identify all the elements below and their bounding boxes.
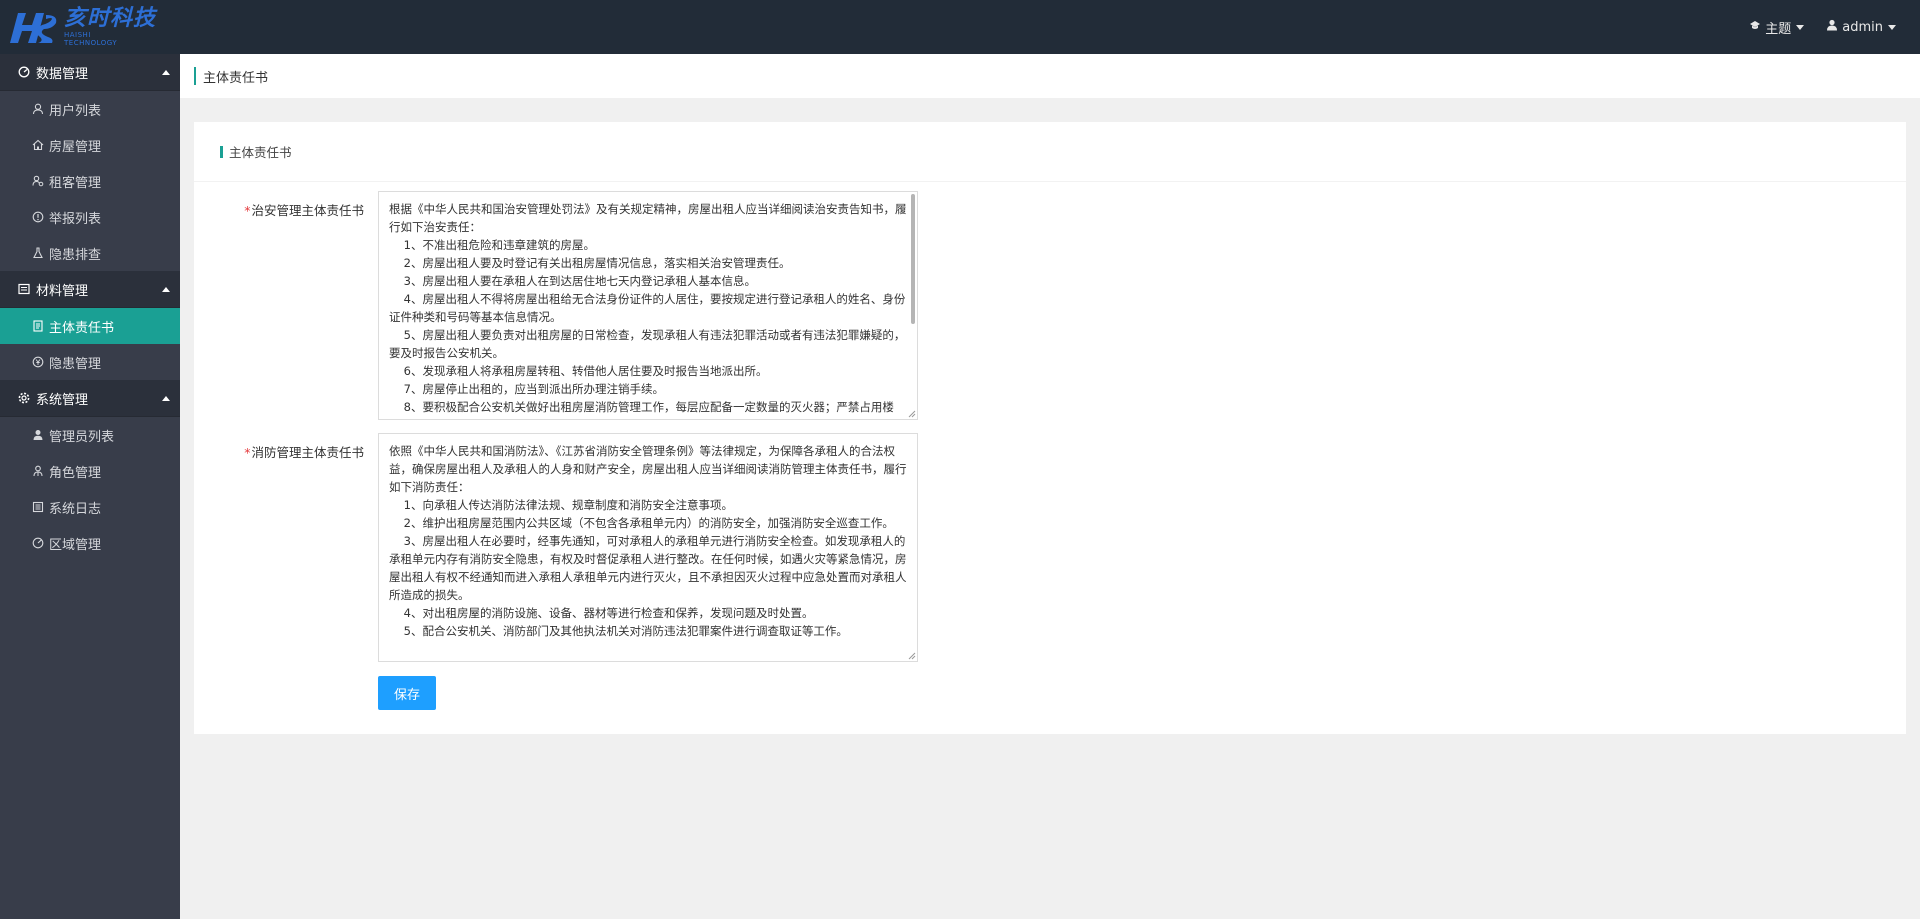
sidebar-group-label: 系统管理 [36,392,89,408]
resize-handle-icon[interactable] [908,652,916,660]
user-icon [1826,19,1842,35]
security-letter-textarea[interactable]: 根据《中华人民共和国治安管理处罚法》及有关规定精神，房屋出租人应当详细阅读治安责… [378,191,918,420]
resize-handle-icon[interactable] [908,410,916,418]
logo[interactable]: 亥时科技 HAISHI TECHNOLOGY [8,6,156,48]
sidebar-item-hazard-inspection[interactable]: 隐患排查 [0,235,180,271]
sidebar-group-material-management[interactable]: 材料管理 [0,271,180,308]
sidebar-item-label: 系统日志 [49,501,102,517]
save-button[interactable]: 保存 [378,676,436,710]
security-letter-label: *治安管理主体责任书 [194,200,364,219]
sidebar-item-label: 隐患排查 [49,247,102,263]
field-label-text: 消防管理主体责任书 [251,445,364,460]
sidebar-item-label: 管理员列表 [49,429,115,445]
region-icon [32,537,44,549]
field-label-text: 治安管理主体责任书 [251,203,364,218]
sidebar-item-label: 举报列表 [49,211,102,227]
user-icon [32,103,44,115]
theme-label: 主题 [1765,21,1792,37]
chevron-down-icon [1796,24,1805,30]
username-label: admin [1842,19,1883,35]
fire-letter-label: *消防管理主体责任书 [194,442,364,461]
logo-text: 亥时科技 HAISHI TECHNOLOGY [64,6,157,48]
sidebar-group-system-management[interactable]: 系统管理 [0,380,180,417]
dashboard-icon [18,66,30,78]
sidebar-item-house-management[interactable]: 房屋管理 [0,127,180,163]
form-panel: 主体责任书 *治安管理主体责任书 根据《中华人民共和国治安管理处罚法》及有关规定… [194,122,1906,734]
home-icon [32,139,44,151]
panel-title: 主体责任书 [229,145,292,160]
chevron-up-icon [162,70,170,75]
user-menu[interactable]: admin [1826,19,1896,35]
log-icon [32,501,44,513]
sidebar-item-report-list[interactable]: 举报列表 [0,199,180,235]
sidebar-group-label: 数据管理 [36,66,89,82]
sidebar-item-region-management[interactable]: 区域管理 [0,525,180,561]
sidebar-item-label: 角色管理 [49,465,102,481]
logo-en-line2: TECHNOLOGY [64,39,118,47]
sidebar-item-user-list[interactable]: 用户列表 [0,91,180,127]
breadcrumb: 主体责任书 [180,54,1920,98]
fire-letter-textarea[interactable]: 依照《中华人民共和国消防法》、《江苏省消防安全管理条例》等法律规定，为保障各承租… [378,433,918,662]
breadcrumb-marker [194,67,196,85]
sidebar-item-system-log[interactable]: 系统日志 [0,489,180,525]
security-letter-text: 根据《中华人民共和国治安管理处罚法》及有关规定精神，房屋出租人应当详细阅读治安责… [389,202,907,419]
panel-header: 主体责任书 [194,122,1906,182]
sidebar-item-role-management[interactable]: 角色管理 [0,453,180,489]
admin-user-icon [32,429,44,441]
top-bar: 亥时科技 HAISHI TECHNOLOGY 主题 admin [0,0,1920,54]
theme-icon [1749,19,1765,35]
sidebar-item-label: 房屋管理 [49,139,102,155]
breadcrumb-current: 主体责任书 [203,70,269,86]
required-mark: * [244,445,251,460]
sidebar-item-label: 区域管理 [49,537,102,553]
textarea-scrollbar[interactable] [911,194,915,324]
required-mark: * [244,203,251,218]
chevron-up-icon [162,287,170,292]
sidebar-item-label: 隐患管理 [49,356,102,372]
chevron-up-icon [162,396,170,401]
panel-title-marker [220,145,223,158]
sidebar-group-label: 材料管理 [36,283,89,299]
sidebar-item-admin-list[interactable]: 管理员列表 [0,417,180,453]
sidebar-item-label: 租客管理 [49,175,102,191]
flask-icon [32,247,44,259]
theme-menu[interactable]: 主题 [1749,18,1805,37]
sidebar-group-data-management[interactable]: 数据管理 [0,54,180,91]
coin-icon [32,356,44,368]
role-icon [32,465,44,477]
sidebar-item-hazard-management[interactable]: 隐患管理 [0,344,180,380]
list-icon [18,283,30,295]
info-circle-icon [32,211,44,223]
logo-cn: 亥时科技 [64,6,157,31]
logo-mark-icon [8,7,60,47]
document-icon [32,320,44,332]
sidebar-item-tenant-management[interactable]: 租客管理 [0,163,180,199]
logo-en-line1: HAISHI [64,31,91,39]
sidebar-item-label: 主体责任书 [49,320,115,336]
tenant-icon [32,175,44,187]
gear-icon [18,392,30,404]
sidebar: 数据管理 用户列表 房屋管理 租客管理 举报列表 隐患排查 材料管理 主体责任书… [0,54,180,919]
chevron-down-icon [1888,24,1896,30]
sidebar-item-label: 用户列表 [49,103,102,119]
fire-letter-text: 依照《中华人民共和国消防法》、《江苏省消防安全管理条例》等法律规定，为保障各承租… [389,444,907,638]
header-actions: 主题 admin [1727,0,1896,54]
sidebar-item-responsibility-letter[interactable]: 主体责任书 [0,308,180,344]
